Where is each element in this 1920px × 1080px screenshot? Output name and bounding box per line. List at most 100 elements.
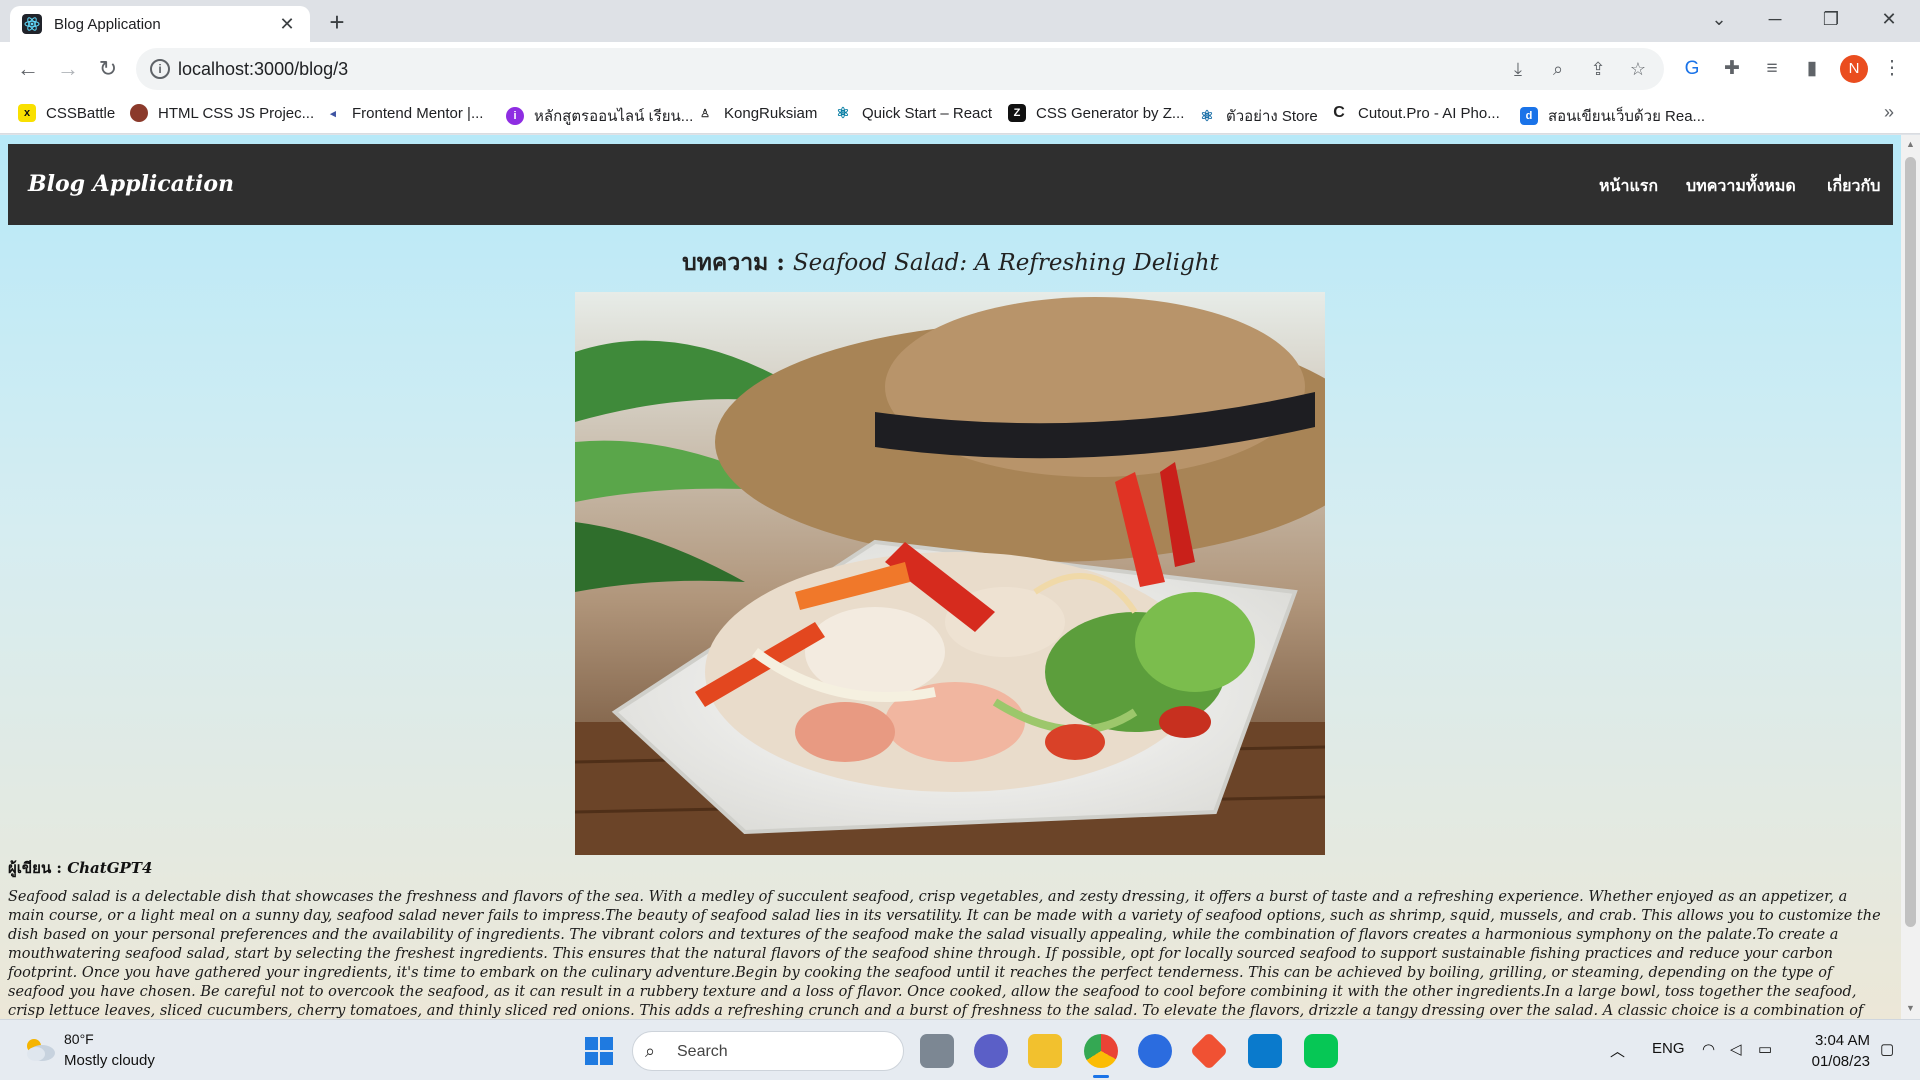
bookmark-label: CSSBattle xyxy=(46,104,116,122)
wifi-icon[interactable]: ◠ xyxy=(1702,1040,1715,1058)
firefox-icon[interactable] xyxy=(1138,1034,1172,1068)
bookmark-label: ตัวอย่าง Store xyxy=(1226,108,1318,125)
menu-kebab-icon[interactable]: ⋮ xyxy=(1878,55,1906,83)
site-navbar: Blog Application หน้าแรก บทความทั้งหมด เ… xyxy=(8,144,1893,225)
clock-time[interactable]: 3:04 AM xyxy=(1806,1032,1870,1049)
post-title-text: Seafood Salad: A Refreshing Delight xyxy=(792,250,1219,276)
git-client-icon[interactable] xyxy=(1189,1031,1229,1071)
author-label: ผู้เขียน : xyxy=(8,859,68,877)
forward-button[interactable]: → xyxy=(52,53,84,85)
scroll-up-icon[interactable]: ▲ xyxy=(1905,139,1916,149)
weather-temperature[interactable]: 80°F xyxy=(64,1031,94,1047)
page-scrollbar[interactable]: ▲ ▼ xyxy=(1901,135,1920,1019)
tab-title: Blog Application xyxy=(54,15,161,33)
bookmark-frontend-mentor[interactable]: ◂ Frontend Mentor |... xyxy=(324,104,483,122)
battery-icon[interactable]: ▭ xyxy=(1758,1040,1772,1058)
clock-date[interactable]: 01/08/23 xyxy=(1796,1053,1870,1070)
reload-button[interactable]: ↻ xyxy=(92,53,124,85)
search-placeholder: Search xyxy=(677,1043,728,1060)
post-hero-image xyxy=(575,292,1325,855)
browser-tab[interactable]: Blog Application ✕ xyxy=(10,6,310,42)
windows-start-icon[interactable] xyxy=(584,1036,614,1066)
bookmark-label: KongRuksiam xyxy=(724,104,818,122)
page-viewport: Blog Application หน้าแรก บทความทั้งหมด เ… xyxy=(0,135,1901,1019)
more-bookmarks-icon[interactable]: » xyxy=(1884,102,1894,123)
tab-close-icon[interactable]: ✕ xyxy=(276,14,298,35)
file-explorer-icon[interactable] xyxy=(1028,1034,1062,1068)
bookmark-react-quickstart[interactable]: ⚛ Quick Start – React xyxy=(834,104,993,123)
online-course-icon: i xyxy=(506,107,524,125)
tab-search-icon[interactable]: ⌄ xyxy=(1696,4,1742,34)
post-title: บทความ : Seafood Salad: A Refreshing Del… xyxy=(0,245,1901,281)
cloudy-weather-icon[interactable] xyxy=(22,1036,56,1062)
language-indicator[interactable]: ENG xyxy=(1652,1040,1685,1057)
bookmark-cutout[interactable]: C Cutout.Pro - AI Pho... xyxy=(1330,104,1500,122)
bookmark-online-course[interactable]: i หลักสูตรออนไลน์ เรียน... xyxy=(506,104,693,128)
bookmark-learn-react[interactable]: d สอนเขียนเว็บด้วย Rea... xyxy=(1520,104,1705,128)
teams-chat-icon[interactable] xyxy=(974,1034,1008,1068)
learn-react-icon: d xyxy=(1520,107,1538,125)
seafood-salad-photo xyxy=(575,292,1325,855)
bookmarks-bar: x CSSBattle HTML CSS JS Projec... ◂ Fronte… xyxy=(0,96,1920,134)
close-window-button[interactable]: ✕ xyxy=(1866,4,1912,34)
notifications-icon[interactable]: ▢ xyxy=(1880,1040,1894,1058)
volume-icon[interactable]: ◁ xyxy=(1730,1040,1742,1058)
task-view-icon[interactable] xyxy=(920,1034,954,1068)
address-url[interactable]: localhost:3000/blog/3 xyxy=(178,59,348,80)
bookmark-label: Frontend Mentor |... xyxy=(352,104,484,122)
install-app-icon[interactable]: ⤓ xyxy=(1506,57,1530,81)
react-favicon-icon xyxy=(22,14,42,34)
post-author: ผู้เขียน : ChatGPT4 xyxy=(8,856,152,880)
show-hidden-icons-icon[interactable]: ︿ xyxy=(1610,1040,1625,1061)
site-brand[interactable]: Blog Application xyxy=(28,171,234,197)
zoom-icon[interactable]: ⌕ xyxy=(1546,57,1570,81)
kongruksiam-icon: ♙ xyxy=(700,107,710,120)
scroll-down-icon[interactable]: ▼ xyxy=(1905,1003,1916,1013)
line-app-icon[interactable] xyxy=(1304,1034,1338,1068)
scrollbar-thumb[interactable] xyxy=(1905,157,1916,927)
media-control-icon[interactable]: ≡ xyxy=(1758,55,1786,83)
browser-toolbar: ← → ↻ i localhost:3000/blog/3 ⤓ ⌕ ⇪ ☆ G … xyxy=(0,42,1920,96)
bookmark-label: Cutout.Pro - AI Pho... xyxy=(1358,104,1500,122)
address-bar[interactable]: i localhost:3000/blog/3 ⤓ ⌕ ⇪ ☆ xyxy=(136,48,1664,90)
bookmark-label: สอนเขียนเว็บด้วย Rea... xyxy=(1548,108,1706,125)
site-info-icon[interactable]: i xyxy=(150,59,170,79)
cssbattle-icon: x xyxy=(18,104,36,122)
vscode-icon[interactable] xyxy=(1248,1034,1282,1068)
back-button[interactable]: ← xyxy=(12,53,44,85)
weather-description[interactable]: Mostly cloudy xyxy=(64,1052,155,1069)
extensions-icon[interactable]: ✚ xyxy=(1718,55,1746,83)
cutout-icon: C xyxy=(1333,104,1345,121)
bookmark-star-icon[interactable]: ☆ xyxy=(1626,57,1650,81)
html-projects-icon xyxy=(130,104,148,122)
side-panel-icon[interactable]: ▮ xyxy=(1798,55,1826,83)
chrome-icon[interactable] xyxy=(1084,1034,1118,1068)
bookmark-kongruksiam[interactable]: ♙ KongRuksiam xyxy=(696,104,817,122)
share-icon[interactable]: ⇪ xyxy=(1586,57,1610,81)
bookmark-store[interactable]: ⚛ ตัวอย่าง Store xyxy=(1198,104,1318,128)
react-icon: ⚛ xyxy=(836,105,850,122)
minimize-button[interactable]: ─ xyxy=(1752,4,1798,34)
post-title-prefix: บทความ : xyxy=(682,249,793,276)
bookmark-cssbattle[interactable]: x CSSBattle xyxy=(18,104,115,122)
bookmark-css-generator[interactable]: Z CSS Generator by Z... xyxy=(1008,104,1184,122)
css-generator-icon: Z xyxy=(1008,104,1026,122)
search-icon: ⌕ xyxy=(645,1041,656,1061)
bookmark-label: หลักสูตรออนไลน์ เรียน... xyxy=(534,108,694,125)
store-icon: ⚛ xyxy=(1200,108,1214,125)
windows-taskbar: 80°F Mostly cloudy ⌕ Search ︿ ENG ◠ ◁ ▭ … xyxy=(0,1019,1920,1080)
nav-link-about[interactable]: เกี่ยวกับ xyxy=(1827,174,1880,199)
nav-link-all-posts[interactable]: บทความทั้งหมด xyxy=(1686,174,1796,199)
translate-icon[interactable]: G xyxy=(1678,55,1706,83)
profile-avatar[interactable]: N xyxy=(1840,55,1868,83)
nav-link-home[interactable]: หน้าแรก xyxy=(1599,174,1658,199)
bookmark-html-projects[interactable]: HTML CSS JS Projec... xyxy=(130,104,314,122)
new-tab-button[interactable]: + xyxy=(322,8,352,38)
tab-strip: Blog Application ✕ + ⌄ ─ ❐ ✕ xyxy=(0,0,1920,42)
restore-button[interactable]: ❐ xyxy=(1808,4,1854,34)
bookmark-label: CSS Generator by Z... xyxy=(1036,104,1185,122)
bookmark-label: Quick Start – React xyxy=(862,104,993,122)
bookmark-label: HTML CSS JS Projec... xyxy=(158,104,315,122)
taskbar-search[interactable]: ⌕ Search xyxy=(632,1031,904,1071)
chrome-active-indicator xyxy=(1093,1075,1109,1078)
